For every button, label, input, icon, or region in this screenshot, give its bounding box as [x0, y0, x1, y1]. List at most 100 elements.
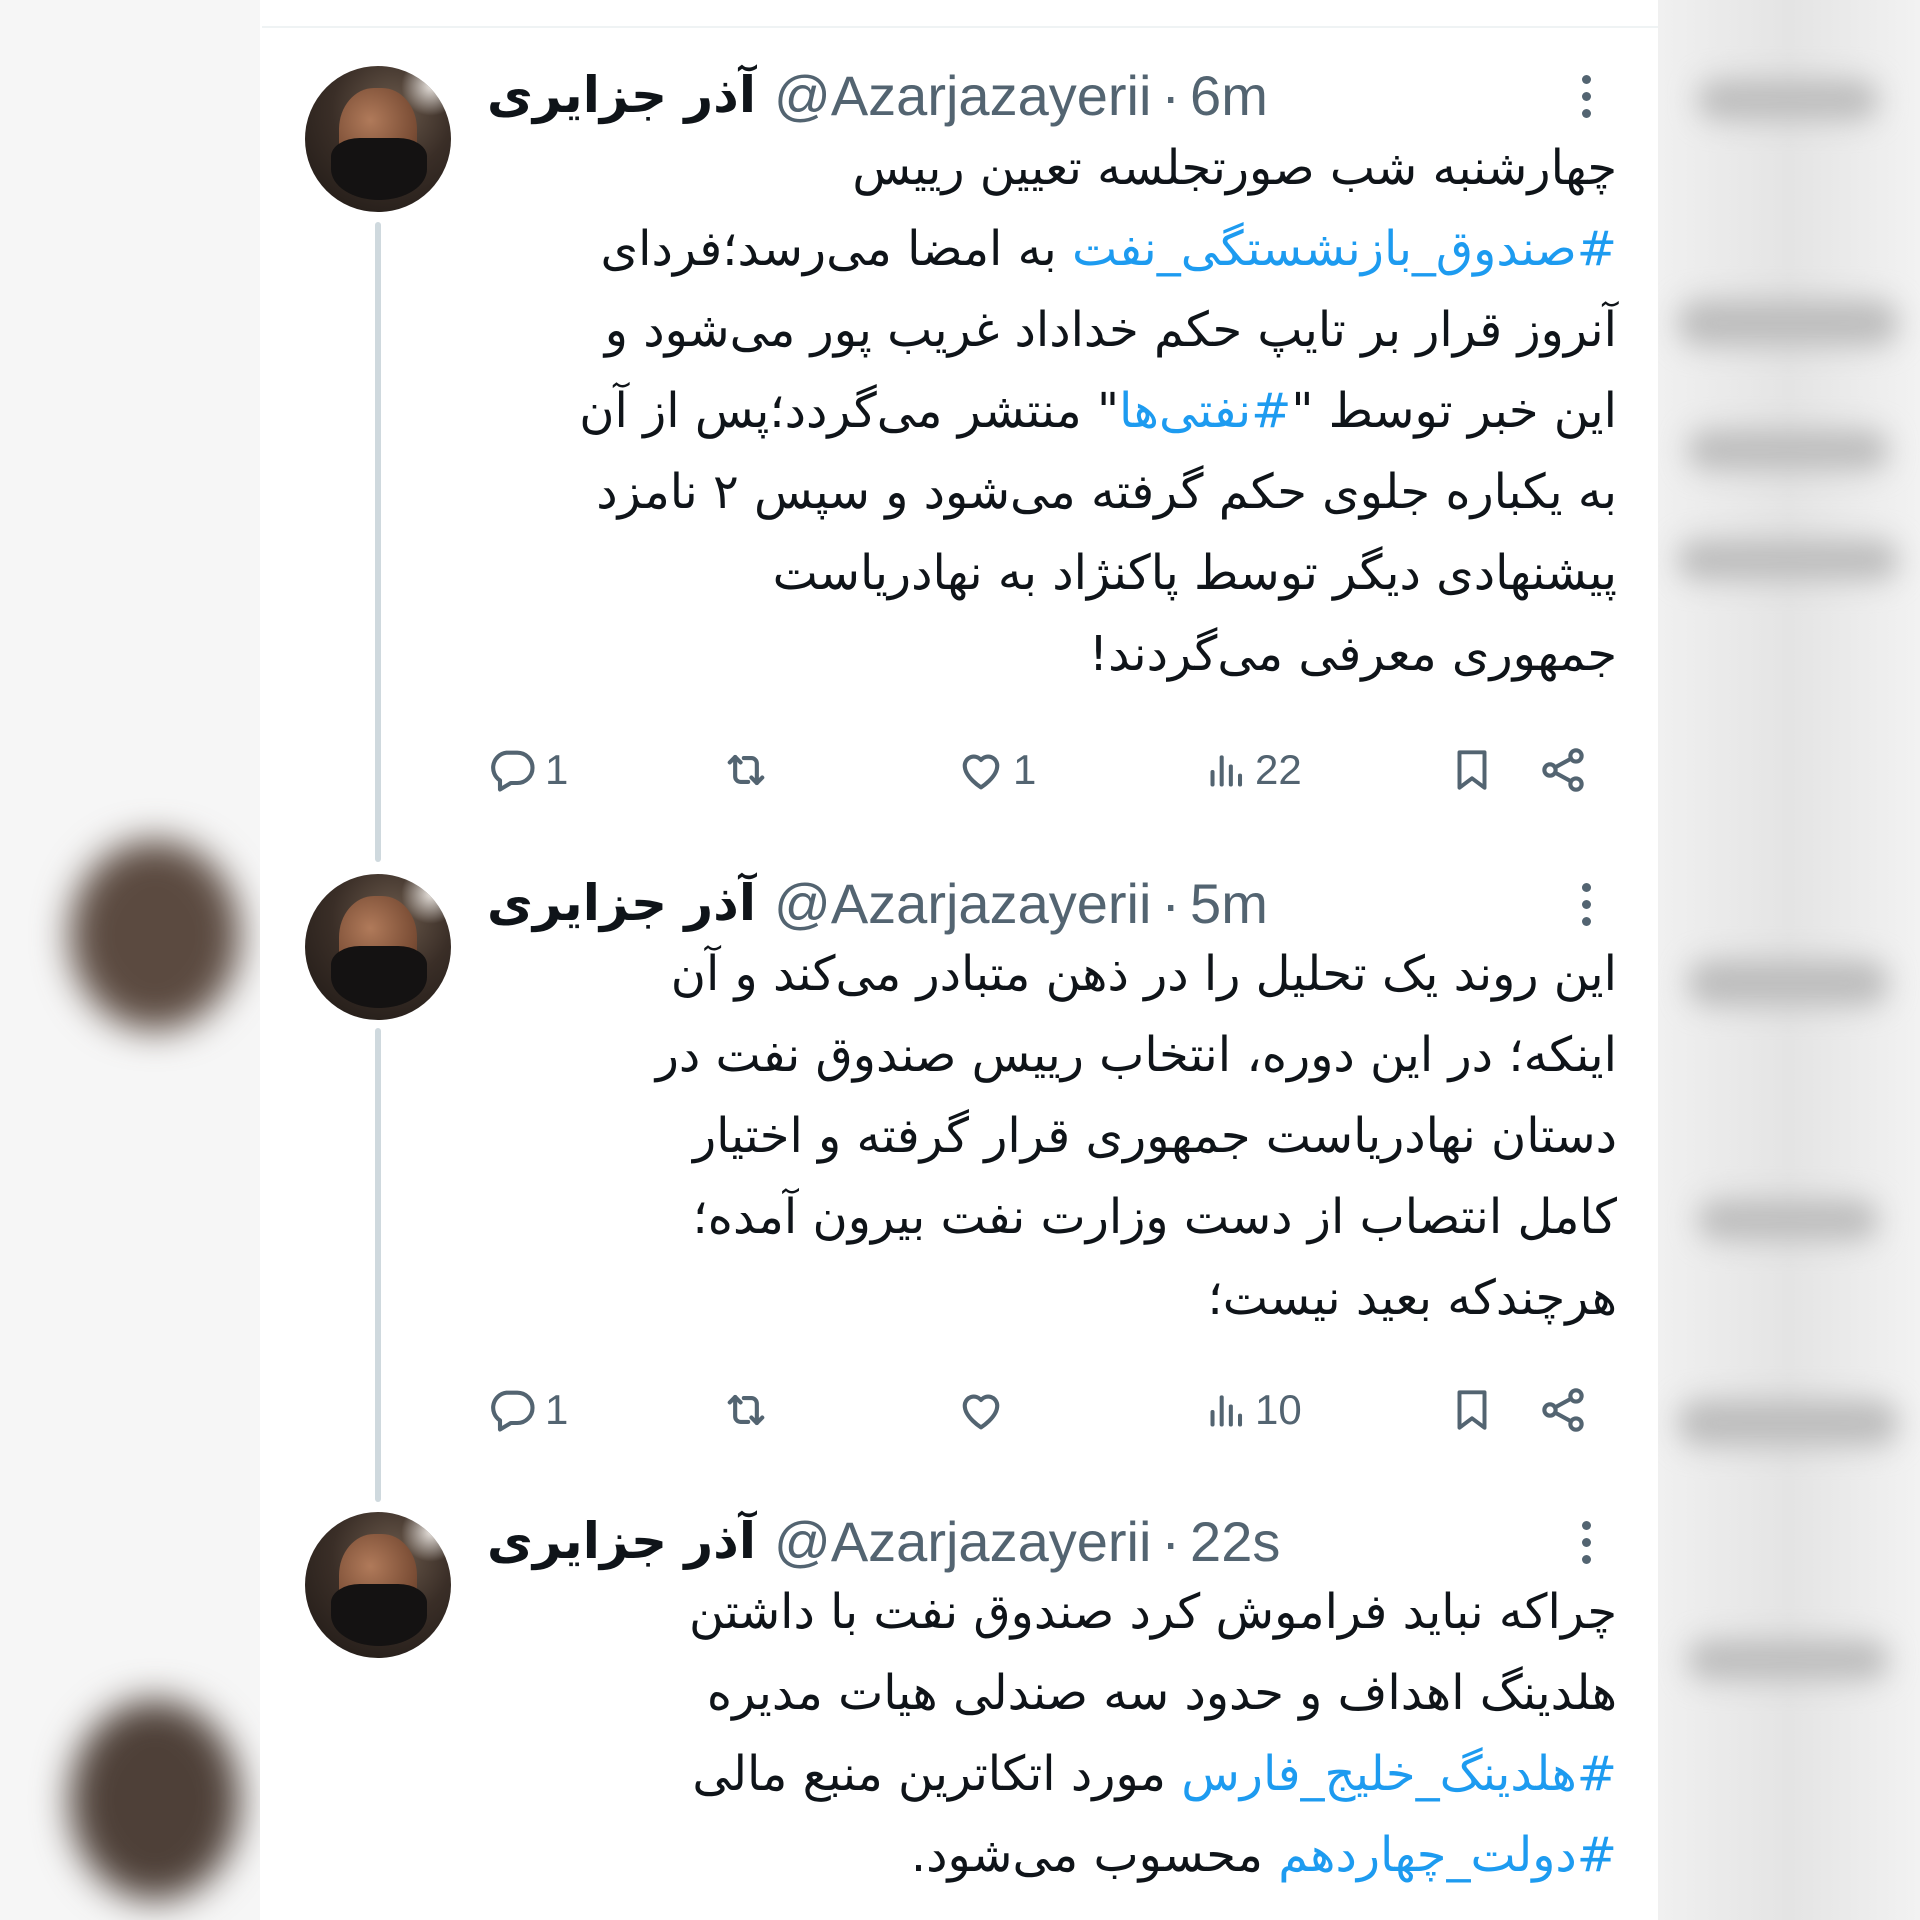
- text-segment: این خبر توسط ": [1291, 383, 1617, 439]
- tweet-text: چهارشنبه شب صورتجلسه تعیین رییس #صندوق_با…: [487, 128, 1617, 695]
- views-count: 10: [1255, 1386, 1302, 1433]
- tweet-text: چراکه نباید فراموش کرد صندوق نفت با داشت…: [487, 1572, 1617, 1896]
- views-button[interactable]: 10: [1205, 1375, 1302, 1445]
- more-icon[interactable]: [1571, 874, 1601, 934]
- more-icon[interactable]: [1571, 66, 1601, 126]
- avatar-mask: [331, 1584, 427, 1646]
- retweet-button[interactable]: [720, 1375, 778, 1445]
- blurred-shape: [1698, 1200, 1878, 1240]
- text-segment: این روند یک تحلیل را در ذهن متبادر می‌کن…: [670, 946, 1617, 1002]
- tweet-text-line: چراکه نباید فراموش کرد صندوق نفت با داشت…: [487, 1572, 1617, 1653]
- avatar-mask: [331, 138, 427, 200]
- tweet-actions: 1 1 22: [487, 735, 1607, 805]
- tweet-header: آذر جزایری @Azarjazayerii · 6m: [487, 60, 1587, 130]
- tweet-header: آذر جزایری @Azarjazayerii · 5m: [487, 868, 1587, 938]
- thread-connector-line: [375, 1028, 381, 1502]
- share-icon: [1537, 744, 1589, 796]
- avatar[interactable]: [305, 1512, 451, 1658]
- text-segment: کامل انتصاب از دست وزارت نفت بیرون آمده؛: [692, 1189, 1617, 1245]
- text-segment: به یکباره جلوی حکم گرفته می‌شود و سپس ۲ …: [596, 464, 1617, 520]
- separator-dot: ·: [1161, 871, 1181, 935]
- tweet-text-line: هرچندکه بعید نیست؛: [487, 1258, 1618, 1339]
- text-segment: هلدینگ اهداف و حدود سه صندلی هیات مدیره: [706, 1665, 1617, 1721]
- reply-icon: [487, 1384, 539, 1436]
- user-handle[interactable]: @Azarjazayerii: [774, 1509, 1151, 1574]
- thread-timeline: آذر جزایری @Azarjazayerii · 6m چهارشنبه …: [262, 0, 1658, 1920]
- share-icon: [1537, 1384, 1589, 1436]
- share-button[interactable]: [1537, 1375, 1589, 1445]
- top-divider: [262, 26, 1658, 28]
- views-icon: [1205, 1388, 1249, 1432]
- bookmark-icon: [1447, 745, 1497, 795]
- retweet-button[interactable]: [720, 735, 778, 805]
- views-button[interactable]: 22: [1205, 735, 1302, 805]
- tweet-text-line: چهارشنبه شب صورتجلسه تعیین رییس: [487, 128, 1617, 209]
- retweet-icon: [720, 744, 772, 796]
- like-count: 1: [1013, 746, 1037, 793]
- tweet-text-line: آنروز قرار بر تایپ حکم خداداد غریب پور م…: [487, 290, 1617, 371]
- blurred-shape: [1678, 300, 1898, 346]
- tweet-header: آذر جزایری @Azarjazayerii · 22s: [487, 1506, 1587, 1576]
- tweet-text-line: #صندوق_بازنشستگی_نفت به امضا می‌رسد؛فردا…: [487, 209, 1617, 290]
- tweet-timestamp[interactable]: 6m: [1190, 63, 1268, 128]
- tweet-text-line: #دولت_چهاردهم محسوب می‌شود.: [487, 1815, 1617, 1896]
- text-segment: پیشنهادی دیگر توسط پاکنژاد به نهادریاست: [772, 545, 1617, 601]
- like-button[interactable]: 1: [955, 735, 1036, 805]
- blurred-right-background: [1658, 0, 1920, 1920]
- tweet-actions: 1 10: [487, 1375, 1607, 1445]
- text-segment: اینکه؛ در این دوره، انتخاب رییس صندوق نف…: [655, 1027, 1617, 1083]
- hashtag-link[interactable]: #هلدینگ_خلیج_فارس: [1181, 1746, 1617, 1802]
- blurred-shape: [1688, 960, 1888, 1006]
- blurred-shape: [1688, 1640, 1888, 1680]
- display-name[interactable]: آذر جزایری: [487, 874, 756, 932]
- blurred-shape: [1678, 1400, 1898, 1446]
- hashtag-link[interactable]: #نفتی‌ها: [1119, 383, 1291, 439]
- like-icon: [955, 744, 1007, 796]
- tweet-text-line: #هلدینگ_خلیج_فارس مورد اتکاترین منبع مال…: [487, 1734, 1617, 1815]
- retweet-icon: [720, 1384, 772, 1436]
- blurred-shape: [1688, 430, 1888, 470]
- bookmark-button[interactable]: [1447, 735, 1497, 805]
- tweet-timestamp[interactable]: 5m: [1190, 871, 1268, 936]
- bookmark-icon: [1447, 1385, 1497, 1435]
- views-count: 22: [1255, 746, 1302, 793]
- more-icon[interactable]: [1571, 1512, 1601, 1572]
- reply-button[interactable]: 1: [487, 1375, 568, 1445]
- tweet-text: این روند یک تحلیل را در ذهن متبادر می‌کن…: [487, 934, 1617, 1339]
- tweet-text-line: جمهوری معرفی می‌گردند!: [487, 614, 1617, 695]
- separator-dot: ·: [1161, 1509, 1181, 1573]
- text-segment: چهارشنبه شب صورتجلسه تعیین رییس: [852, 140, 1617, 196]
- avatar[interactable]: [305, 66, 451, 212]
- blurred-avatar-shape: [70, 1700, 240, 1900]
- tweet-text-line: پیشنهادی دیگر توسط پاکنژاد به نهادریاست: [487, 533, 1617, 614]
- tweet-timestamp[interactable]: 22s: [1190, 1509, 1280, 1574]
- text-segment: جمهوری معرفی می‌گردند!: [1088, 626, 1617, 682]
- views-icon: [1205, 748, 1249, 792]
- text-segment: دستان نهادریاست جمهوری قرار گرفته و اختی…: [693, 1108, 1617, 1164]
- reply-button[interactable]: 1: [487, 735, 568, 805]
- like-button[interactable]: [955, 1375, 1013, 1445]
- separator-dot: ·: [1161, 63, 1181, 127]
- tweet-text-line: این روند یک تحلیل را در ذهن متبادر می‌کن…: [487, 934, 1617, 1015]
- display-name[interactable]: آذر جزایری: [487, 1512, 756, 1570]
- tweet-text-line: به یکباره جلوی حکم گرفته می‌شود و سپس ۲ …: [487, 452, 1617, 533]
- display-name[interactable]: آذر جزایری: [487, 66, 756, 124]
- tweet-text-line: دستان نهادریاست جمهوری قرار گرفته و اختی…: [487, 1096, 1617, 1177]
- text-segment: چراکه نباید فراموش کرد صندوق نفت با داشت…: [688, 1584, 1617, 1640]
- tweet-text-line: این خبر توسط "#نفتی‌ها" منتشر می‌گردد؛پس…: [487, 371, 1617, 452]
- text-segment: محسوب می‌شود.: [910, 1827, 1279, 1883]
- text-segment: هرچندکه بعید نیست؛: [1207, 1270, 1618, 1326]
- reply-icon: [487, 744, 539, 796]
- bookmark-button[interactable]: [1447, 1375, 1497, 1445]
- user-handle[interactable]: @Azarjazayerii: [774, 871, 1151, 936]
- text-segment: آنروز قرار بر تایپ حکم خداداد غریب پور م…: [604, 302, 1617, 358]
- user-handle[interactable]: @Azarjazayerii: [774, 63, 1151, 128]
- tweet-text-line: کامل انتصاب از دست وزارت نفت بیرون آمده؛: [487, 1177, 1617, 1258]
- like-icon: [955, 1384, 1007, 1436]
- share-button[interactable]: [1537, 735, 1589, 805]
- hashtag-link[interactable]: #دولت_چهاردهم: [1278, 1827, 1617, 1883]
- avatar[interactable]: [305, 874, 451, 1020]
- hashtag-link[interactable]: #صندوق_بازنشستگی_نفت: [1072, 221, 1617, 277]
- reply-count: 1: [545, 1386, 569, 1433]
- text-segment: مورد اتکاترین منبع مالی: [692, 1746, 1182, 1802]
